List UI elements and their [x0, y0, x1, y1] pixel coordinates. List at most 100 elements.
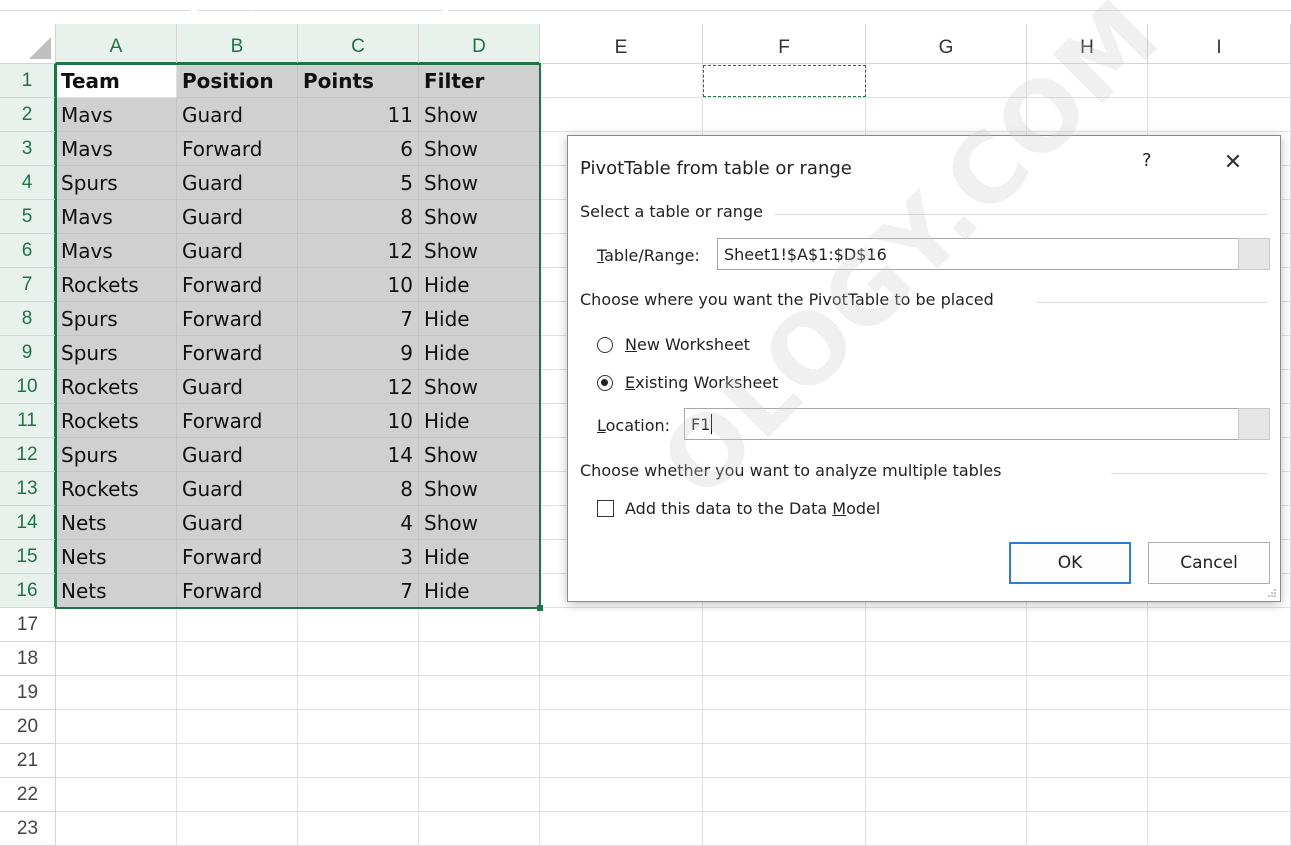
cell-d23[interactable] — [419, 812, 540, 846]
data-model-checkbox[interactable] — [597, 500, 614, 517]
cell-e17[interactable] — [540, 608, 703, 642]
cell-c3[interactable]: 6 — [298, 132, 419, 166]
cell-b12[interactable]: Guard — [177, 438, 298, 472]
cell-d2[interactable]: Show — [419, 98, 540, 132]
row-header-19[interactable]: 19 — [0, 676, 56, 710]
select-all-corner[interactable] — [0, 24, 56, 64]
cell-a22[interactable] — [56, 778, 177, 812]
column-header-e[interactable]: E — [540, 24, 703, 64]
cell-b19[interactable] — [177, 676, 298, 710]
row-header-13[interactable]: 13 — [0, 472, 56, 506]
cell-e1[interactable] — [540, 64, 703, 98]
cell-e19[interactable] — [540, 676, 703, 710]
cell-i18[interactable] — [1148, 642, 1291, 676]
column-header-b[interactable]: B — [177, 24, 298, 64]
row-header-17[interactable]: 17 — [0, 608, 56, 642]
cell-h1[interactable] — [1027, 64, 1148, 98]
cell-a15[interactable]: Nets — [56, 540, 177, 574]
cell-h23[interactable] — [1027, 812, 1148, 846]
cell-d21[interactable] — [419, 744, 540, 778]
cell-e18[interactable] — [540, 642, 703, 676]
cell-b20[interactable] — [177, 710, 298, 744]
cell-b18[interactable] — [177, 642, 298, 676]
cell-i20[interactable] — [1148, 710, 1291, 744]
cell-c19[interactable] — [298, 676, 419, 710]
row-header-10[interactable]: 10 — [0, 370, 56, 404]
cell-a4[interactable]: Spurs — [56, 166, 177, 200]
cell-b10[interactable]: Guard — [177, 370, 298, 404]
cell-d22[interactable] — [419, 778, 540, 812]
row-header-23[interactable]: 23 — [0, 812, 56, 846]
ok-button[interactable]: OK — [1009, 542, 1131, 584]
cell-a19[interactable] — [56, 676, 177, 710]
cell-a6[interactable]: Mavs — [56, 234, 177, 268]
cell-h19[interactable] — [1027, 676, 1148, 710]
cell-d6[interactable]: Show — [419, 234, 540, 268]
cell-i1[interactable] — [1148, 64, 1291, 98]
cell-c18[interactable] — [298, 642, 419, 676]
cell-c6[interactable]: 12 — [298, 234, 419, 268]
cell-f23[interactable] — [703, 812, 866, 846]
cell-d17[interactable] — [419, 608, 540, 642]
cell-a14[interactable]: Nets — [56, 506, 177, 540]
cell-i21[interactable] — [1148, 744, 1291, 778]
cell-b13[interactable]: Guard — [177, 472, 298, 506]
cell-f19[interactable] — [703, 676, 866, 710]
cell-b14[interactable]: Guard — [177, 506, 298, 540]
cell-c17[interactable] — [298, 608, 419, 642]
row-header-21[interactable]: 21 — [0, 744, 56, 778]
cell-a11[interactable]: Rockets — [56, 404, 177, 438]
cell-b2[interactable]: Guard — [177, 98, 298, 132]
row-header-8[interactable]: 8 — [0, 302, 56, 336]
row-header-1[interactable]: 1 — [0, 64, 56, 98]
cell-d10[interactable]: Show — [419, 370, 540, 404]
cell-b9[interactable]: Forward — [177, 336, 298, 370]
cell-e20[interactable] — [540, 710, 703, 744]
location-input[interactable]: F1 — [684, 408, 1239, 440]
cell-h17[interactable] — [1027, 608, 1148, 642]
cell-d16[interactable]: Hide — [419, 574, 540, 608]
cell-a3[interactable]: Mavs — [56, 132, 177, 166]
row-header-15[interactable]: 15 — [0, 540, 56, 574]
row-header-22[interactable]: 22 — [0, 778, 56, 812]
cell-f17[interactable] — [703, 608, 866, 642]
cell-d7[interactable]: Hide — [419, 268, 540, 302]
resize-grip-icon[interactable] — [1267, 588, 1277, 598]
cell-b11[interactable]: Forward — [177, 404, 298, 438]
row-header-11[interactable]: 11 — [0, 404, 56, 438]
cell-g23[interactable] — [866, 812, 1027, 846]
cell-h21[interactable] — [1027, 744, 1148, 778]
new-worksheet-radio[interactable] — [597, 337, 613, 353]
cell-c16[interactable]: 7 — [298, 574, 419, 608]
cell-d3[interactable]: Show — [419, 132, 540, 166]
cell-a10[interactable]: Rockets — [56, 370, 177, 404]
cell-c4[interactable]: 5 — [298, 166, 419, 200]
row-header-16[interactable]: 16 — [0, 574, 56, 608]
cell-h22[interactable] — [1027, 778, 1148, 812]
cell-c14[interactable]: 4 — [298, 506, 419, 540]
row-header-3[interactable]: 3 — [0, 132, 56, 166]
cell-g2[interactable] — [866, 98, 1027, 132]
row-header-5[interactable]: 5 — [0, 200, 56, 234]
cell-a1[interactable]: Team — [56, 64, 177, 98]
cell-a13[interactable]: Rockets — [56, 472, 177, 506]
cell-a20[interactable] — [56, 710, 177, 744]
cell-i17[interactable] — [1148, 608, 1291, 642]
cell-d18[interactable] — [419, 642, 540, 676]
cell-h20[interactable] — [1027, 710, 1148, 744]
cell-d13[interactable]: Show — [419, 472, 540, 506]
cell-a9[interactable]: Spurs — [56, 336, 177, 370]
column-header-i[interactable]: I — [1148, 24, 1291, 64]
cell-g17[interactable] — [866, 608, 1027, 642]
cell-b7[interactable]: Forward — [177, 268, 298, 302]
cell-d1[interactable]: Filter — [419, 64, 540, 98]
cell-i2[interactable] — [1148, 98, 1291, 132]
row-header-6[interactable]: 6 — [0, 234, 56, 268]
cell-i22[interactable] — [1148, 778, 1291, 812]
table-range-collapse-button[interactable] — [1238, 238, 1270, 270]
cell-d12[interactable]: Show — [419, 438, 540, 472]
cell-e2[interactable] — [540, 98, 703, 132]
cell-g22[interactable] — [866, 778, 1027, 812]
fill-handle[interactable] — [537, 605, 543, 611]
cell-c5[interactable]: 8 — [298, 200, 419, 234]
